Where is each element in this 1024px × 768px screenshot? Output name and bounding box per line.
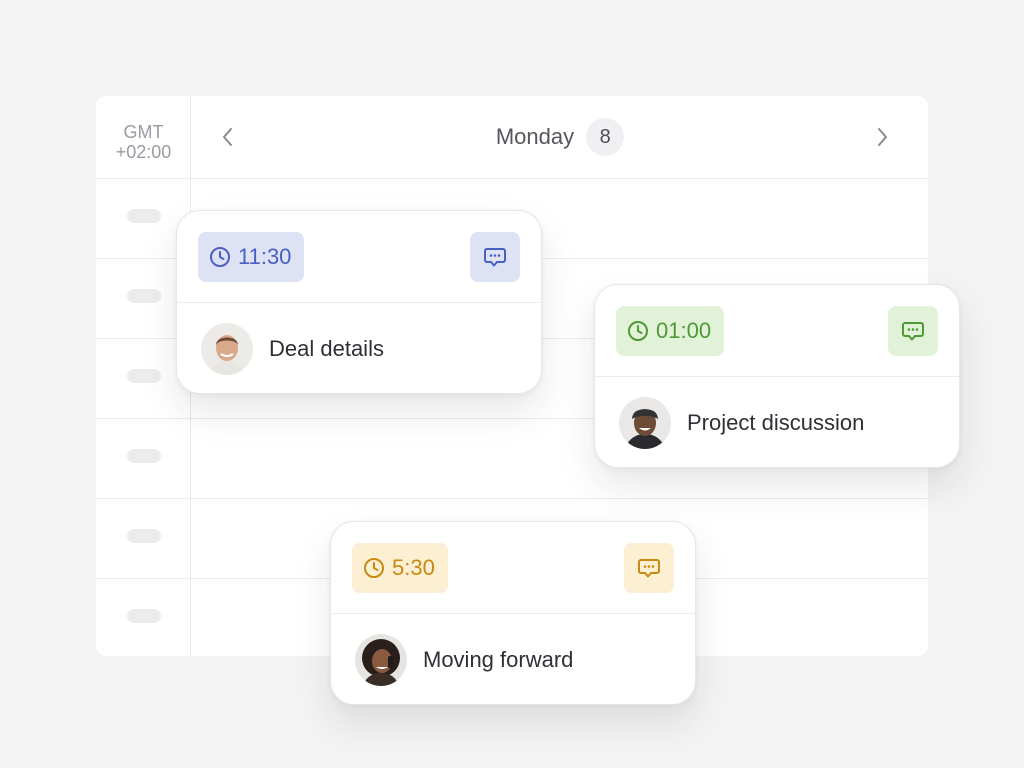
day-number-badge: 8 bbox=[586, 118, 625, 156]
chevron-right-icon bbox=[878, 128, 887, 146]
time-slot-label bbox=[127, 369, 161, 383]
event-card[interactable]: 01:00 Project discussion bbox=[594, 284, 960, 468]
grid-line bbox=[96, 498, 928, 499]
time-slot-label bbox=[127, 609, 161, 623]
event-time-chip[interactable]: 01:00 bbox=[616, 306, 725, 356]
timezone-offset: +02:00 bbox=[115, 142, 172, 162]
time-slot-label bbox=[127, 289, 161, 303]
time-slot-label bbox=[127, 209, 161, 223]
chat-bubble-icon bbox=[638, 559, 660, 578]
time-slot-label bbox=[127, 529, 161, 543]
chat-bubble-icon bbox=[484, 248, 506, 267]
comment-button[interactable] bbox=[888, 306, 938, 356]
event-time: 01:00 bbox=[656, 318, 712, 343]
clock-icon bbox=[364, 558, 384, 578]
stage: GMT +02:00 Monday 8 11:30 Deal details 0… bbox=[0, 0, 1024, 768]
clock-icon bbox=[210, 247, 230, 267]
timezone-name: GMT bbox=[123, 122, 164, 142]
day-title: Monday 8 bbox=[192, 118, 928, 156]
event-card-body: Project discussion bbox=[595, 377, 959, 467]
event-title: Moving forward bbox=[423, 647, 574, 672]
event-card-body: Deal details bbox=[177, 303, 541, 393]
event-card-body: Moving forward bbox=[331, 614, 695, 704]
clock-icon bbox=[628, 321, 648, 341]
day-header: Monday 8 bbox=[192, 96, 928, 178]
event-time: 11:30 bbox=[238, 244, 292, 269]
avatar bbox=[355, 634, 407, 686]
avatar bbox=[619, 397, 671, 449]
event-card-header: 5:30 bbox=[331, 522, 695, 614]
woman-phone-avatar bbox=[355, 634, 407, 686]
man-cap-avatar bbox=[619, 397, 671, 449]
event-title: Project discussion bbox=[687, 410, 865, 435]
event-card[interactable]: 11:30 Deal details bbox=[176, 210, 542, 394]
event-card[interactable]: 5:30 Moving forward bbox=[330, 521, 696, 705]
timezone-label: GMT +02:00 bbox=[96, 122, 191, 162]
avatar bbox=[201, 323, 253, 375]
event-title: Deal details bbox=[269, 336, 384, 361]
comment-button[interactable] bbox=[624, 543, 674, 593]
grid-line bbox=[96, 178, 928, 179]
man-smiling-avatar bbox=[201, 323, 253, 375]
event-card-header: 01:00 bbox=[595, 285, 959, 377]
next-day-button[interactable] bbox=[865, 120, 899, 154]
event-card-header: 11:30 bbox=[177, 211, 541, 303]
event-time-chip[interactable]: 5:30 bbox=[352, 543, 448, 593]
chat-bubble-icon bbox=[902, 322, 924, 341]
comment-button[interactable] bbox=[470, 232, 520, 282]
day-name: Monday bbox=[495, 124, 575, 149]
event-time-chip[interactable]: 11:30 bbox=[198, 232, 305, 282]
event-time: 5:30 bbox=[392, 555, 435, 580]
time-slot-label bbox=[127, 449, 161, 463]
